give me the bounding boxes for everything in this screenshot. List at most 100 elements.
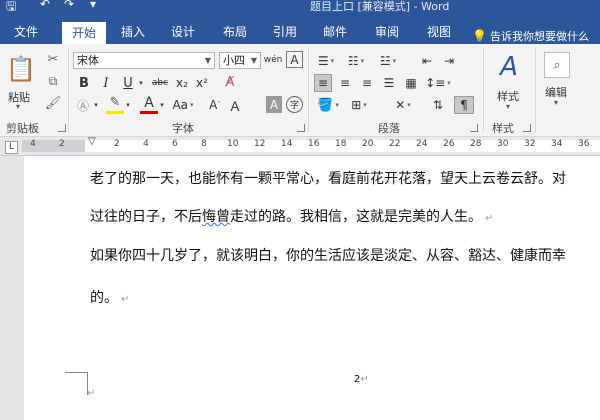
shading-icon[interactable]: 🪣 ▾	[314, 96, 342, 114]
align-right-button[interactable]: ≡	[358, 74, 376, 92]
tab-mailings[interactable]: 邮件	[318, 21, 352, 44]
ruler-mark: 32	[524, 139, 536, 149]
change-case-button[interactable]: Aa ▾	[172, 96, 194, 114]
grow-font-icon[interactable]: Ａ	[226, 96, 244, 115]
font-size-select[interactable]: 小四 ▼	[219, 52, 261, 69]
ruler-mark: 36	[578, 139, 590, 149]
paragraph-line-1[interactable]: 老了的那一天，也能怀有一颗平常心，看庭前花开花落，望天上云卷云舒。对	[90, 168, 566, 188]
cut-icon[interactable]: ✂	[44, 50, 62, 68]
ruler-mark: 4	[143, 139, 149, 149]
borders-icon[interactable]: ⊞ ▾	[346, 96, 372, 114]
chinese-layout-icon[interactable]: ✕ ▾	[388, 96, 418, 114]
enclose-characters-icon[interactable]: 字	[286, 96, 303, 113]
horizontal-ruler[interactable]: 4 2 ▽ 2 4 6 8 10 12 14 16 18 20 22 24 26…	[22, 136, 600, 152]
tab-layout[interactable]: 布局	[218, 21, 252, 44]
font-name-select[interactable]: 宋体 ▼	[73, 52, 215, 69]
ruler-mark: 18	[335, 139, 347, 149]
clipboard-launcher-icon[interactable]	[58, 124, 66, 132]
align-left-button[interactable]: ≡	[314, 74, 332, 92]
ruler-mark: 10	[227, 139, 239, 149]
bullets-icon[interactable]: ☰ ▾	[314, 52, 338, 70]
ruler-area: 4 2 ▽ 2 4 6 8 10 12 14 16 18 20 22 24 26…	[0, 136, 600, 156]
clipboard-group-label: 剪贴板	[6, 122, 39, 135]
styles-launcher-icon[interactable]	[523, 124, 531, 132]
paragraph-mark: ↵	[121, 294, 130, 305]
chevron-down-icon[interactable]: ▾	[506, 102, 510, 111]
chevron-down-icon: ▼	[250, 56, 257, 65]
paste-dropdown-icon[interactable]: ▾	[16, 102, 20, 111]
paste-icon[interactable]: 📋	[4, 50, 38, 88]
subscript-button[interactable]: x₂	[174, 74, 190, 92]
ribbon: 📋 粘贴 ▾ ✂ ⧉ 🖌 剪贴板 宋体 ▼ 小四 ▼ wén A B I U ▾ a…	[0, 44, 600, 137]
paragraph-line-4[interactable]: 的。 ↵	[90, 287, 129, 307]
italic-button[interactable]: I	[98, 74, 114, 92]
numbering-icon[interactable]: ☷ ▾	[344, 52, 368, 70]
paragraph-launcher-icon[interactable]	[470, 124, 478, 132]
first-line-indent-icon[interactable]: ▽	[88, 136, 96, 147]
ruler-mark: 6	[172, 139, 178, 149]
font-group-label: 字体	[172, 122, 194, 135]
ribbon-tabs: 文件 开始 插入 设计 布局 引用 邮件 审阅 视图 💡 告诉我你想要做什么	[0, 14, 600, 44]
chevron-down-icon[interactable]: ▾	[136, 74, 146, 92]
distributed-button[interactable]: ▦	[402, 74, 420, 92]
multilevel-list-icon[interactable]: ☳ ▾	[374, 52, 402, 70]
bold-button[interactable]: B	[76, 74, 92, 92]
ruler-mark: 16	[308, 139, 320, 149]
strikethrough-button[interactable]: abc	[150, 74, 170, 92]
format-painter-icon[interactable]: 🖌	[44, 94, 62, 112]
redo-icon[interactable]: ↷	[64, 0, 74, 11]
justify-button[interactable]: ☰	[380, 74, 398, 92]
font-launcher-icon[interactable]	[297, 124, 305, 132]
tell-me-label: 告诉我你想要做什么	[489, 30, 589, 43]
show-paragraph-marks-button[interactable]: ¶	[454, 96, 474, 114]
tab-review[interactable]: 审阅	[370, 21, 404, 44]
superscript-button[interactable]: x²	[194, 74, 210, 92]
tab-references[interactable]: 引用	[268, 21, 302, 44]
character-border-icon[interactable]: A	[286, 51, 303, 68]
tab-view[interactable]: 视图	[422, 21, 456, 44]
paragraph-line-3[interactable]: 如果你四十几岁了，就该明白，你的生活应该是淡定、从容、豁达、健康而幸	[90, 245, 566, 265]
tell-me-box[interactable]: 💡 告诉我你想要做什么	[472, 28, 589, 44]
save-icon[interactable]: 🖫	[6, 0, 16, 14]
line-spacing-icon[interactable]: ↕≡ ▾	[424, 74, 452, 92]
phonetic-guide-icon[interactable]: wén	[264, 50, 283, 70]
sort-icon[interactable]: ⇅	[428, 96, 448, 114]
tab-insert[interactable]: 插入	[116, 21, 150, 44]
shrink-font-icon[interactable]: Aˇ	[206, 96, 224, 114]
spelling-error[interactable]: 悔曾	[202, 209, 230, 225]
divider	[483, 48, 484, 132]
lightbulb-icon: 💡	[472, 29, 487, 43]
tab-file[interactable]: 文件	[6, 21, 46, 44]
increase-indent-icon[interactable]: ⇥	[440, 52, 458, 70]
search-icon[interactable]: ⌕	[544, 52, 570, 78]
copy-icon[interactable]: ⧉	[44, 72, 62, 90]
ruler-mark: 24	[416, 139, 428, 149]
divider	[308, 48, 309, 132]
clear-formatting-icon[interactable]: A̸	[222, 72, 238, 92]
decrease-indent-icon[interactable]: ⇤	[418, 52, 436, 70]
customize-quick-access-icon[interactable]: ▾	[90, 0, 96, 11]
underline-button[interactable]: U	[120, 74, 136, 92]
align-center-button[interactable]: ≡	[336, 74, 354, 92]
tab-design[interactable]: 设计	[166, 21, 200, 44]
tab-selector[interactable]: L	[5, 141, 18, 154]
chevron-down-icon[interactable]: ▾	[92, 96, 100, 114]
ruler-mark: 14	[281, 139, 293, 149]
chevron-down-icon[interactable]: ▾	[554, 98, 558, 107]
ruler-mark: 20	[362, 139, 374, 149]
ruler-mark: 28	[470, 139, 482, 149]
text-effects-icon[interactable]: Ⓐ	[74, 96, 92, 114]
chevron-down-icon[interactable]: ▾	[158, 96, 166, 114]
highlight-color-icon[interactable]: ✎	[106, 94, 124, 114]
chevron-down-icon[interactable]: ▾	[124, 96, 132, 114]
document-page[interactable]: 老了的那一天，也能怀有一颗平常心，看庭前花开花落，望天上云卷云舒。对 过往的日子…	[24, 156, 600, 420]
styles-icon[interactable]: A	[494, 50, 524, 84]
tab-home[interactable]: 开始	[62, 22, 106, 44]
paragraph-mark: ↵	[485, 213, 494, 224]
ruler-mark: 8	[201, 139, 207, 149]
paragraph-mark: ↵	[87, 388, 96, 399]
paragraph-line-2[interactable]: 过往的日子，不后悔曾走过的路。我相信，这就是完美的人生。 ↵	[90, 206, 493, 226]
undo-icon[interactable]: ↶	[40, 0, 50, 11]
font-color-icon[interactable]: A	[140, 94, 158, 114]
character-shading-icon[interactable]: A	[266, 96, 282, 113]
